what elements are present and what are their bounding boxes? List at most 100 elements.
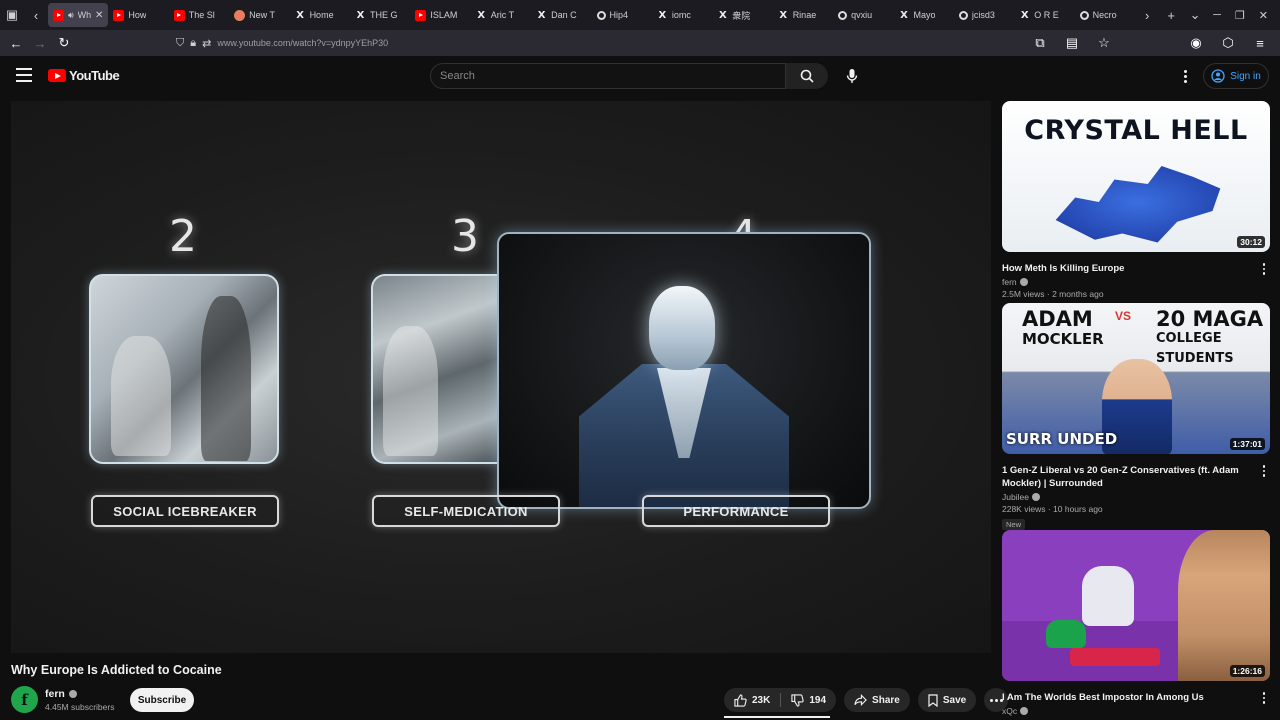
save-button[interactable]: Save — [917, 688, 977, 712]
x-icon: X — [900, 9, 908, 21]
minimize-icon[interactable]: ─ — [1213, 9, 1221, 21]
like-button[interactable]: 23K — [724, 688, 780, 712]
video-title: Why Europe Is Addicted to Cocaine — [11, 663, 222, 677]
recommendation-menu-icon[interactable] — [1260, 692, 1268, 704]
dislike-button[interactable]: 194 — [781, 688, 836, 712]
recommendation-channel-row[interactable]: fern — [1002, 277, 1270, 287]
recommendation-thumbnail[interactable]: 1:26:16 — [1002, 530, 1270, 681]
x-icon: X — [779, 9, 788, 21]
like-ratio-bar — [724, 716, 830, 718]
permissions-icon[interactable]: ⇄ — [202, 37, 211, 50]
back-icon[interactable]: ← — [4, 31, 28, 55]
recommendation-channel[interactable]: xQc — [1002, 706, 1017, 716]
browser-tab[interactable]: XO R E — [1014, 3, 1074, 27]
recommendation-item[interactable]: CRYSTAL HELL 30:12 How Meth Is Killing E… — [1002, 101, 1270, 299]
label-self-medication: SELF-MEDICATION — [372, 495, 560, 527]
bookmark-icon — [928, 693, 938, 707]
tab-list-icon[interactable]: ⌄ — [1183, 3, 1207, 27]
sign-in-button[interactable]: Sign in — [1203, 63, 1269, 89]
bookmark-star-icon[interactable]: ☆ — [1092, 31, 1116, 55]
browser-tab[interactable]: Necro — [1075, 3, 1135, 27]
close-tab-icon[interactable]: ✕ — [95, 10, 103, 21]
tab-title: Wh — [77, 10, 91, 20]
account-icon[interactable]: ◉ — [1184, 31, 1208, 55]
browser-tab[interactable]: X Home — [290, 3, 350, 27]
logo-text: YouTube — [69, 68, 120, 83]
recommendation-item[interactable]: 1:26:16 I Am The Worlds Best Impostor In… — [1002, 530, 1270, 716]
recommendation-channel[interactable]: fern — [1002, 277, 1017, 287]
audio-playing-icon[interactable]: 🔊︎ — [68, 10, 74, 21]
tab-title: THE G — [369, 10, 398, 20]
browser-tab[interactable]: X Aric T — [471, 3, 531, 27]
extensions-icon[interactable]: ⬡ — [1216, 31, 1240, 55]
verified-icon — [1019, 278, 1028, 286]
x-icon: X — [718, 9, 727, 21]
recommendation-channel-row[interactable]: xQc — [1002, 706, 1270, 716]
channel-name[interactable]: fern — [45, 688, 65, 700]
browser-tab[interactable]: How — [108, 3, 168, 27]
hamburger-menu-icon[interactable] — [16, 68, 32, 82]
reader-icon[interactable]: ▤ — [1060, 31, 1084, 55]
browser-tab[interactable]: The Sl — [169, 3, 229, 27]
microphone-icon — [846, 69, 858, 83]
lock-icon[interactable]: 🔒︎ — [190, 37, 196, 50]
circle-icon — [958, 10, 968, 20]
browser-tab[interactable]: jcisd3 — [954, 3, 1014, 27]
tab-overview-icon[interactable]: ▣ — [0, 3, 24, 27]
recommendation-item[interactable]: ADAM MOCKLER VS 20 MAGA COLLEGE STUDENTS S… — [1002, 303, 1270, 532]
verified-icon — [1020, 707, 1029, 715]
browser-tab[interactable]: X Rinae — [773, 3, 833, 27]
settings-more-icon[interactable] — [1178, 66, 1192, 86]
maximize-icon[interactable]: ❐ — [1235, 9, 1245, 22]
search-input[interactable]: Search — [430, 63, 786, 89]
forward-icon[interactable]: → — [28, 31, 52, 55]
pip-icon[interactable]: ⧉ — [1028, 31, 1052, 55]
like-dislike-group: 23K 194 — [724, 688, 837, 712]
thumbnail-text: ADAM — [1022, 307, 1093, 331]
browser-tab[interactable]: X 衆院 — [712, 3, 772, 27]
video-player[interactable]: 2 3 4 SOCIAL ICEBREAKER SELF-MEDICATION … — [11, 101, 991, 653]
recommendation-channel[interactable]: Jubilee — [1002, 492, 1029, 502]
recommendation-menu-icon[interactable] — [1260, 263, 1268, 275]
youtube-logo[interactable]: YouTube — [48, 68, 120, 83]
subscribe-button[interactable]: Subscribe — [130, 688, 194, 712]
shield-icon[interactable]: ⛉ — [176, 37, 184, 50]
browser-tab[interactable]: X THE G — [350, 3, 410, 27]
recommendation-title[interactable]: 1 Gen-Z Liberal vs 20 Gen-Z Conservative… — [1002, 464, 1270, 490]
share-button[interactable]: Share — [844, 688, 910, 712]
verified-icon — [68, 690, 77, 698]
browser-tab[interactable]: 🔊︎ Wh ✕ — [48, 3, 109, 27]
channel-name-row[interactable]: fern — [45, 688, 77, 700]
browser-tab[interactable]: New T — [229, 3, 289, 27]
recommendation-thumbnail[interactable]: CRYSTAL HELL 30:12 — [1002, 101, 1270, 252]
close-window-icon[interactable]: ✕ — [1259, 9, 1268, 22]
list-number: 2 — [169, 211, 197, 262]
browser-tab[interactable]: ISLAM — [410, 3, 470, 27]
voice-search-button[interactable] — [838, 63, 866, 89]
browser-tab[interactable]: Hip4 — [592, 3, 652, 27]
duration-badge: 1:26:16 — [1229, 665, 1265, 677]
recommendation-menu-icon[interactable] — [1260, 465, 1268, 477]
browser-tab[interactable]: X Dan C — [531, 3, 591, 27]
share-label: Share — [872, 694, 900, 706]
recommendation-channel-row[interactable]: Jubilee — [1002, 492, 1270, 502]
reload-icon[interactable]: ↻ — [52, 31, 76, 55]
label-performance: PERFORMANCE — [642, 495, 830, 527]
new-tab-icon[interactable]: + — [1159, 3, 1183, 27]
x-icon: X — [537, 9, 546, 21]
tab-scroll-right-icon[interactable]: › — [1135, 3, 1159, 27]
tab-scroll-left-icon[interactable]: ‹ — [24, 3, 48, 27]
search-button[interactable] — [786, 63, 828, 89]
browser-tab[interactable]: X Mayo — [893, 3, 953, 27]
recommendation-title[interactable]: I Am The Worlds Best Impostor In Among U… — [1002, 691, 1270, 704]
browser-tab[interactable]: qvxiu — [833, 3, 893, 27]
tab-title: Necro — [1092, 10, 1117, 20]
url-text[interactable]: www.youtube.com/watch?v=ydnpyYEhP30 — [217, 38, 388, 48]
browser-tab[interactable]: Xiomc — [652, 3, 712, 27]
url-bar[interactable]: ⛉ 🔒︎ ⇄ www.youtube.com/watch?v=ydnpyYEhP… — [76, 32, 1028, 54]
recommendation-thumbnail[interactable]: ADAM MOCKLER VS 20 MAGA COLLEGE STUDENTS S… — [1002, 303, 1270, 454]
menu-icon[interactable]: ≡ — [1248, 31, 1272, 55]
recommendation-title[interactable]: How Meth Is Killing Europe — [1002, 262, 1270, 275]
channel-avatar[interactable]: f — [11, 686, 38, 713]
circle-icon — [1079, 10, 1089, 20]
